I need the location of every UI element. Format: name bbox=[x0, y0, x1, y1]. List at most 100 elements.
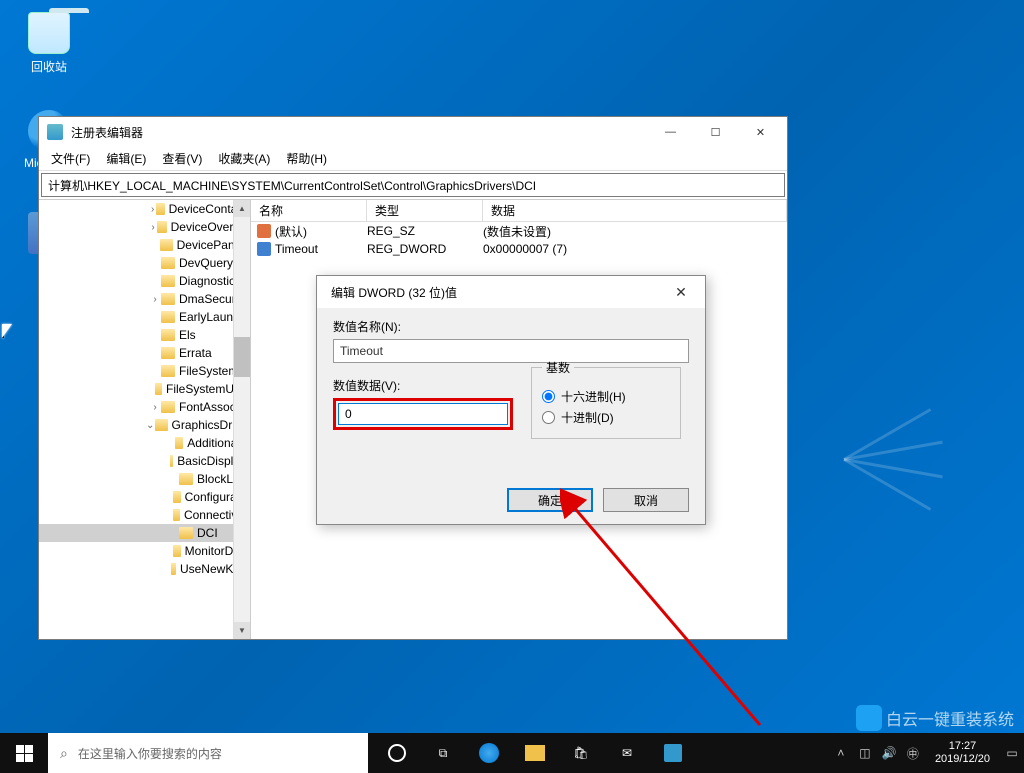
tree-label: FontAssoc bbox=[179, 400, 236, 414]
tree-item[interactable]: EarlyLaunch bbox=[39, 308, 250, 326]
tree-item[interactable]: DevicePanels bbox=[39, 236, 250, 254]
folder-icon bbox=[161, 311, 175, 323]
tree-label: Els bbox=[179, 328, 196, 342]
expand-icon[interactable]: › bbox=[149, 222, 157, 233]
tree-item[interactable]: ›DeviceOverri... bbox=[39, 218, 250, 236]
expand-icon[interactable]: ⌄ bbox=[145, 420, 155, 431]
folder-icon bbox=[170, 455, 173, 467]
mail-taskbar-icon[interactable]: ✉ bbox=[604, 733, 650, 773]
expand-icon[interactable]: › bbox=[149, 204, 156, 215]
list-row[interactable]: TimeoutREG_DWORD0x00000007 (7) bbox=[251, 240, 787, 258]
watermark-icon bbox=[856, 705, 882, 731]
expand-icon[interactable]: › bbox=[149, 294, 161, 305]
menubar: 文件(F) 编辑(E) 查看(V) 收藏夹(A) 帮助(H) bbox=[39, 147, 787, 171]
tree-item[interactable]: DevQuery bbox=[39, 254, 250, 272]
radix-group: 基数 十六进制(H) 十进制(D) bbox=[531, 359, 681, 439]
store-taskbar-icon[interactable]: 🛍 bbox=[558, 733, 604, 773]
tree-label: DCI bbox=[197, 526, 218, 540]
tree-item[interactable]: › FontAssoc bbox=[39, 398, 250, 416]
scroll-down-icon[interactable]: ▼ bbox=[234, 622, 250, 639]
cancel-button[interactable]: 取消 bbox=[603, 488, 689, 512]
tree-item[interactable]: BlockList bbox=[39, 470, 250, 488]
list-row[interactable]: (默认)REG_SZ(数值未设置) bbox=[251, 222, 787, 240]
edit-dword-dialog: 编辑 DWORD (32 位)值 ✕ 数值名称(N): 数值数据(V): 基数 … bbox=[316, 275, 706, 525]
folder-icon bbox=[161, 257, 175, 269]
name-label: 数值名称(N): bbox=[333, 318, 689, 335]
expand-icon[interactable]: › bbox=[149, 402, 161, 413]
regedit-app-icon bbox=[47, 124, 63, 140]
menu-edit[interactable]: 编辑(E) bbox=[98, 148, 154, 169]
menu-help[interactable]: 帮助(H) bbox=[278, 148, 335, 169]
reg-dw-icon bbox=[257, 242, 271, 256]
tray-ime-icon[interactable]: ㊥ bbox=[901, 745, 925, 762]
maximize-button[interactable]: ☐ bbox=[693, 118, 738, 146]
task-view-icon[interactable]: ⧉ bbox=[420, 733, 466, 773]
close-button[interactable]: ✕ bbox=[738, 118, 783, 146]
address-text: 计算机\HKEY_LOCAL_MACHINE\SYSTEM\CurrentCon… bbox=[48, 177, 536, 194]
folder-icon bbox=[160, 239, 173, 251]
folder-icon bbox=[179, 527, 193, 539]
folder-icon bbox=[161, 401, 175, 413]
radix-dec-option[interactable]: 十进制(D) bbox=[542, 409, 670, 426]
registry-tree[interactable]: ›DeviceContai...›DeviceOverri...DevicePa… bbox=[39, 200, 251, 639]
folder-icon bbox=[171, 563, 176, 575]
col-data[interactable]: 数据 bbox=[483, 200, 787, 221]
col-name[interactable]: 名称 bbox=[251, 200, 367, 221]
menu-view[interactable]: 查看(V) bbox=[154, 148, 210, 169]
watermark: 白云一键重装系统 bbox=[856, 705, 1014, 731]
tree-item[interactable]: Configurat... bbox=[39, 488, 250, 506]
col-type[interactable]: 类型 bbox=[367, 200, 483, 221]
tree-item[interactable]: Els bbox=[39, 326, 250, 344]
tree-item[interactable]: Diagnostics bbox=[39, 272, 250, 290]
dialog-close-button[interactable]: ✕ bbox=[661, 278, 701, 306]
value-data-input[interactable] bbox=[338, 403, 508, 425]
folder-icon bbox=[179, 473, 193, 485]
search-box[interactable]: ⌕ 在这里输入你要搜索的内容 bbox=[48, 733, 368, 773]
tree-label: FileSystem bbox=[179, 364, 238, 378]
radix-hex-radio[interactable] bbox=[542, 390, 555, 403]
tree-item[interactable]: MonitorDa... bbox=[39, 542, 250, 560]
tree-scrollbar[interactable]: ▲ ▼ bbox=[233, 200, 250, 639]
edge-taskbar-icon[interactable] bbox=[466, 733, 512, 773]
address-bar[interactable]: 计算机\HKEY_LOCAL_MACHINE\SYSTEM\CurrentCon… bbox=[41, 173, 785, 197]
windows-logo-icon bbox=[16, 745, 33, 762]
tree-item[interactable]: Additional... bbox=[39, 434, 250, 452]
start-button[interactable] bbox=[0, 733, 48, 773]
scroll-thumb[interactable] bbox=[234, 337, 250, 377]
recycle-bin-icon[interactable]: 回收站 bbox=[14, 12, 84, 75]
minimize-button[interactable]: — bbox=[648, 118, 693, 146]
taskbar: ⌕ 在这里输入你要搜索的内容 ⧉ 🛍 ✉ ˄ ◫ 🔊 ㊥ 17:27 2019/… bbox=[0, 733, 1024, 773]
tree-item[interactable]: FileSystemUti... bbox=[39, 380, 250, 398]
explorer-taskbar-icon[interactable] bbox=[512, 733, 558, 773]
taskbar-clock[interactable]: 17:27 2019/12/20 bbox=[925, 740, 1000, 766]
tree-item[interactable]: BasicDispla... bbox=[39, 452, 250, 470]
reg-sz-icon bbox=[257, 224, 271, 238]
tree-item[interactable]: Connectivi... bbox=[39, 506, 250, 524]
folder-icon bbox=[161, 347, 175, 359]
regedit-taskbar-icon[interactable] bbox=[650, 733, 696, 773]
tree-item[interactable]: DCI bbox=[39, 524, 250, 542]
folder-icon bbox=[161, 329, 175, 341]
radix-dec-radio[interactable] bbox=[542, 411, 555, 424]
cortana-icon[interactable] bbox=[374, 733, 420, 773]
search-placeholder: 在这里输入你要搜索的内容 bbox=[78, 745, 222, 762]
menu-favorites[interactable]: 收藏夹(A) bbox=[210, 148, 278, 169]
tree-item[interactable]: ⌄GraphicsDriv... bbox=[39, 416, 250, 434]
folder-icon bbox=[173, 509, 180, 521]
tree-item[interactable]: ›DmaSecurity bbox=[39, 290, 250, 308]
ok-button[interactable]: 确定 bbox=[507, 488, 593, 512]
action-center-icon[interactable]: ▭ bbox=[1000, 746, 1024, 760]
tree-item[interactable]: FileSystem bbox=[39, 362, 250, 380]
tray-network-icon[interactable]: ◫ bbox=[853, 746, 877, 760]
recycle-bin-label: 回收站 bbox=[14, 58, 84, 75]
tree-item[interactable]: UseNewKe... bbox=[39, 560, 250, 578]
tree-item[interactable]: Errata bbox=[39, 344, 250, 362]
regedit-titlebar[interactable]: 注册表编辑器 — ☐ ✕ bbox=[39, 117, 787, 147]
tray-volume-icon[interactable]: 🔊 bbox=[877, 746, 901, 760]
radix-hex-option[interactable]: 十六进制(H) bbox=[542, 388, 670, 405]
scroll-up-icon[interactable]: ▲ bbox=[234, 200, 250, 217]
menu-file[interactable]: 文件(F) bbox=[43, 148, 98, 169]
folder-icon bbox=[173, 545, 180, 557]
tree-item[interactable]: ›DeviceContai... bbox=[39, 200, 250, 218]
tray-chevron-icon[interactable]: ˄ bbox=[829, 746, 853, 760]
